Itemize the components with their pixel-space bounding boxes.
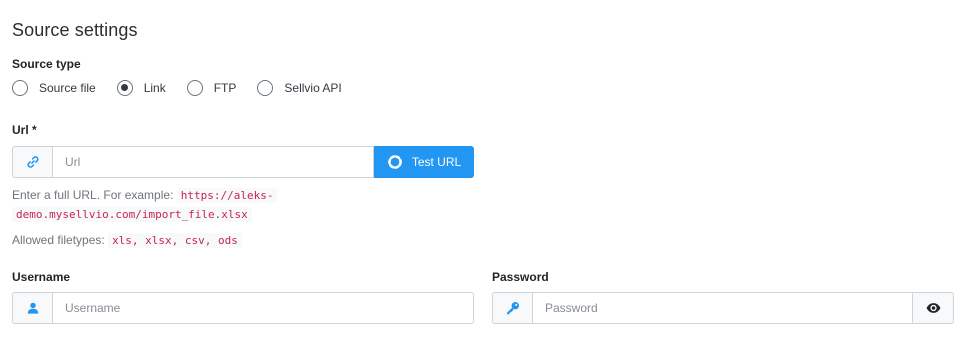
radio-source-file-label[interactable]: Source file (39, 81, 96, 95)
key-icon (492, 292, 533, 324)
spinner-icon (387, 154, 403, 170)
password-label: Password (492, 270, 549, 284)
url-help-text: Enter a full URL. For example: https://a… (12, 186, 432, 224)
radio-ftp-label[interactable]: FTP (214, 81, 237, 95)
password-input[interactable] (533, 292, 913, 324)
source-type-label: Source type (12, 57, 81, 71)
radio-source-file[interactable]: Source file (12, 80, 96, 96)
radio-sellvio-api-circle[interactable] (257, 80, 274, 96)
url-example-line1: https://aleks- (176, 188, 278, 203)
url-input-group: Test URL (12, 146, 474, 178)
url-help-prefix: Enter a full URL. For example: (12, 188, 174, 202)
radio-link-circle[interactable] (116, 80, 133, 96)
radio-source-file-circle[interactable] (12, 80, 28, 96)
link-icon (12, 146, 53, 178)
section-title: Source settings (12, 20, 138, 40)
filetypes-help-text: Allowed filetypes: xls, xlsx, csv, ods (12, 231, 242, 250)
test-url-button[interactable]: Test URL (374, 146, 474, 178)
filetypes-list: xls, xlsx, csv, ods (108, 233, 242, 248)
url-label: Url * (12, 123, 37, 137)
filetypes-prefix: Allowed filetypes: (12, 233, 105, 247)
user-icon (12, 292, 53, 324)
password-input-group (492, 292, 954, 324)
username-label: Username (12, 270, 71, 284)
radio-sellvio-api-label[interactable]: Sellvio API (284, 81, 341, 95)
username-input-group (12, 292, 474, 324)
source-type-radio-group: Source file Link FTP Sellvio API (12, 78, 363, 98)
radio-sellvio-api[interactable]: Sellvio API (257, 80, 342, 96)
radio-link[interactable]: Link (116, 80, 166, 96)
username-input[interactable] (53, 292, 474, 324)
url-example-line2: demo.mysellvio.com/import_file.xlsx (12, 207, 252, 222)
radio-link-label[interactable]: Link (144, 81, 166, 95)
url-input[interactable] (53, 146, 374, 178)
radio-ftp-circle[interactable] (186, 80, 203, 96)
test-url-button-label: Test URL (411, 155, 462, 169)
radio-ftp[interactable]: FTP (186, 80, 237, 96)
eye-icon[interactable] (913, 292, 954, 324)
